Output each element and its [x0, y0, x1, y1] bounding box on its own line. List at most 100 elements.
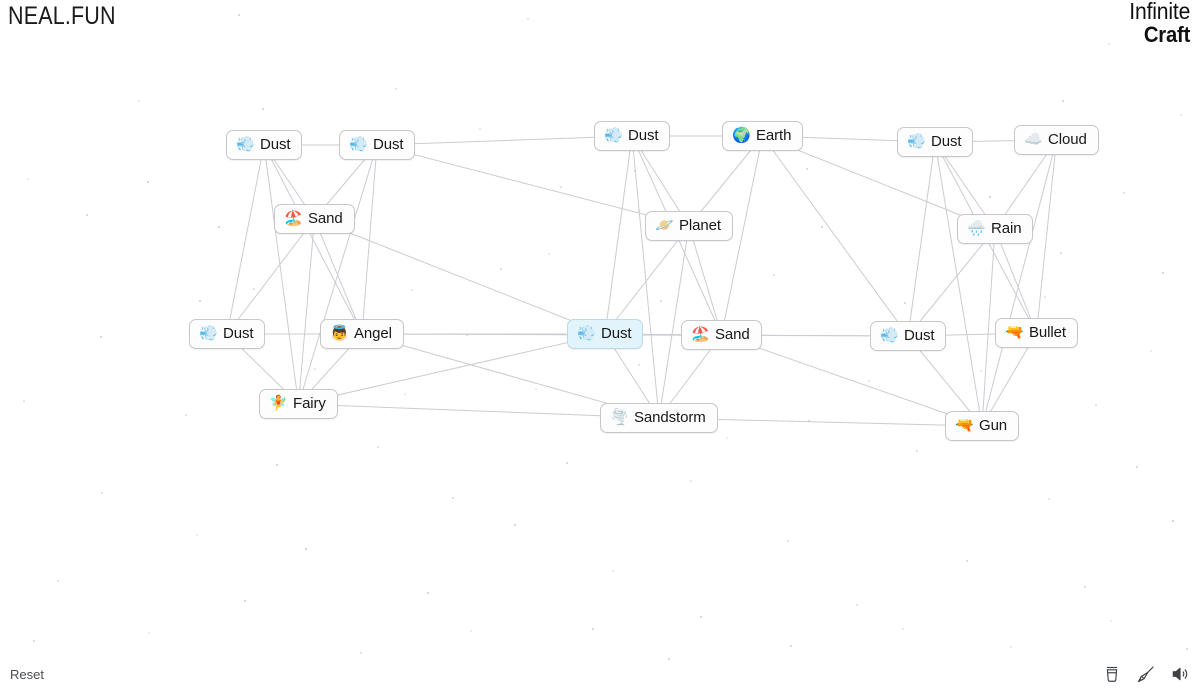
background-dot: [1010, 646, 1012, 648]
game-title-line1: Infinite: [1129, 0, 1190, 24]
item-node-dust6[interactable]: 💨 Dust: [897, 127, 974, 157]
item-node-label: Bullet: [1029, 324, 1066, 341]
dash-wind-icon: 💨: [604, 127, 623, 144]
background-dot: [700, 616, 702, 618]
broom-icon[interactable]: [1136, 664, 1156, 684]
item-node-sand2[interactable]: 🏖️ Sand: [681, 320, 762, 350]
background-dot: [238, 14, 240, 16]
item-node-planet[interactable]: 🪐 Planet: [645, 211, 733, 241]
item-node-label: Planet: [679, 217, 721, 234]
ringed-planet-icon: 🪐: [655, 217, 674, 234]
background-dot: [527, 18, 529, 20]
cloud-with-rain-icon: 🌧️: [967, 220, 986, 237]
background-dot: [787, 540, 789, 542]
sound-icon[interactable]: [1170, 664, 1190, 684]
game-title: Infinite Craft: [1129, 0, 1190, 47]
item-node-label: Gun: [979, 417, 1008, 434]
background-dot: [1108, 43, 1110, 45]
background-dot: [314, 368, 316, 370]
item-node-sandstorm[interactable]: 🌪️ Sandstorm: [600, 403, 718, 433]
item-node-label: Dust: [904, 327, 935, 344]
background-dot: [253, 288, 255, 290]
connection-line: [763, 136, 909, 336]
connection-line: [299, 219, 315, 404]
background-dot: [560, 186, 562, 188]
background-dot: [196, 534, 198, 536]
background-dot: [360, 652, 362, 654]
item-node-dust1[interactable]: 💨 Dust: [226, 130, 303, 160]
pistol-icon: 🔫: [955, 417, 974, 434]
background-dot: [790, 645, 792, 647]
footer-icon-group: [1102, 664, 1190, 684]
item-node-earth[interactable]: 🌍 Earth: [722, 121, 804, 151]
background-dot: [1136, 466, 1138, 468]
coffee-cup-icon[interactable]: [1102, 664, 1122, 684]
pistol-icon: 🔫: [1005, 324, 1024, 341]
item-node-dust3[interactable]: 💨 Dust: [189, 319, 266, 349]
connection-line: [362, 145, 377, 334]
dash-wind-icon: 💨: [577, 325, 596, 342]
background-dot: [305, 548, 307, 550]
reset-button[interactable]: Reset: [10, 667, 44, 682]
connection-line: [299, 145, 378, 404]
background-dot: [690, 480, 692, 482]
background-dot: [1062, 100, 1064, 102]
item-node-cloud[interactable]: ☁️ Cloud: [1014, 125, 1099, 155]
item-node-sand1[interactable]: 🏖️ Sand: [274, 204, 355, 234]
background-dot: [101, 492, 103, 494]
globe-europe-africa-icon: 🌍: [732, 127, 751, 144]
connection-line: [264, 145, 362, 334]
cloud-icon: ☁️: [1024, 131, 1043, 148]
background-dot: [395, 88, 397, 90]
item-node-angel[interactable]: 👼 Angel: [320, 319, 404, 349]
dash-wind-icon: 💨: [236, 136, 255, 153]
background-dot: [404, 393, 406, 395]
item-node-rain[interactable]: 🌧️ Rain: [957, 214, 1034, 244]
item-node-label: Dust: [601, 325, 632, 342]
background-dot: [668, 658, 670, 660]
connection-line: [264, 145, 299, 404]
neal-fun-logo[interactable]: NEAL.FUN: [8, 2, 116, 31]
fairy-icon: 🧚: [269, 395, 288, 412]
item-node-dust7[interactable]: 💨 Dust: [870, 321, 947, 351]
item-node-bullet[interactable]: 🔫 Bullet: [995, 318, 1078, 348]
background-dot: [138, 100, 140, 102]
background-dot: [1150, 350, 1152, 352]
connection-line: [982, 229, 995, 426]
item-node-dust4[interactable]: 💨 Dust: [594, 121, 671, 151]
background-dot: [470, 630, 472, 632]
infinite-craft-app: NEAL.FUN Infinite Craft 💨 Dust 💨 Dust 🏖️ Sand…: [0, 0, 1200, 689]
background-dot: [185, 414, 187, 416]
background-dot: [592, 628, 594, 630]
item-node-label: Sand: [308, 210, 343, 227]
background-dot: [1172, 520, 1174, 522]
background-dot: [989, 196, 991, 198]
item-node-label: Fairy: [293, 395, 326, 412]
item-node-label: Rain: [991, 220, 1022, 237]
background-dot: [199, 300, 201, 302]
dash-wind-icon: 💨: [349, 136, 368, 153]
beach-umbrella-icon: 🏖️: [691, 326, 710, 343]
background-dot: [276, 464, 278, 466]
background-dot: [535, 388, 537, 390]
tornado-icon: 🌪️: [610, 409, 629, 426]
background-dot: [638, 364, 640, 366]
item-node-fairy[interactable]: 🧚 Fairy: [259, 389, 338, 419]
background-dot: [821, 226, 823, 228]
item-node-label: Angel: [354, 325, 392, 342]
background-dot: [856, 604, 858, 606]
connection-line: [227, 219, 315, 334]
background-dot: [377, 446, 379, 448]
baby-angel-icon: 👼: [330, 325, 349, 342]
item-node-dust2[interactable]: 💨 Dust: [339, 130, 416, 160]
background-dot: [100, 336, 102, 338]
item-node-label: Dust: [223, 325, 254, 342]
background-dot: [1110, 620, 1112, 622]
item-node-dust5[interactable]: 💨 Dust: [567, 319, 644, 349]
background-dot: [806, 168, 808, 170]
item-node-label: Sandstorm: [634, 409, 706, 426]
item-node-gun[interactable]: 🔫 Gun: [945, 411, 1020, 441]
background-dot: [980, 370, 982, 372]
background-dot: [466, 334, 468, 336]
connection-line: [632, 136, 659, 418]
